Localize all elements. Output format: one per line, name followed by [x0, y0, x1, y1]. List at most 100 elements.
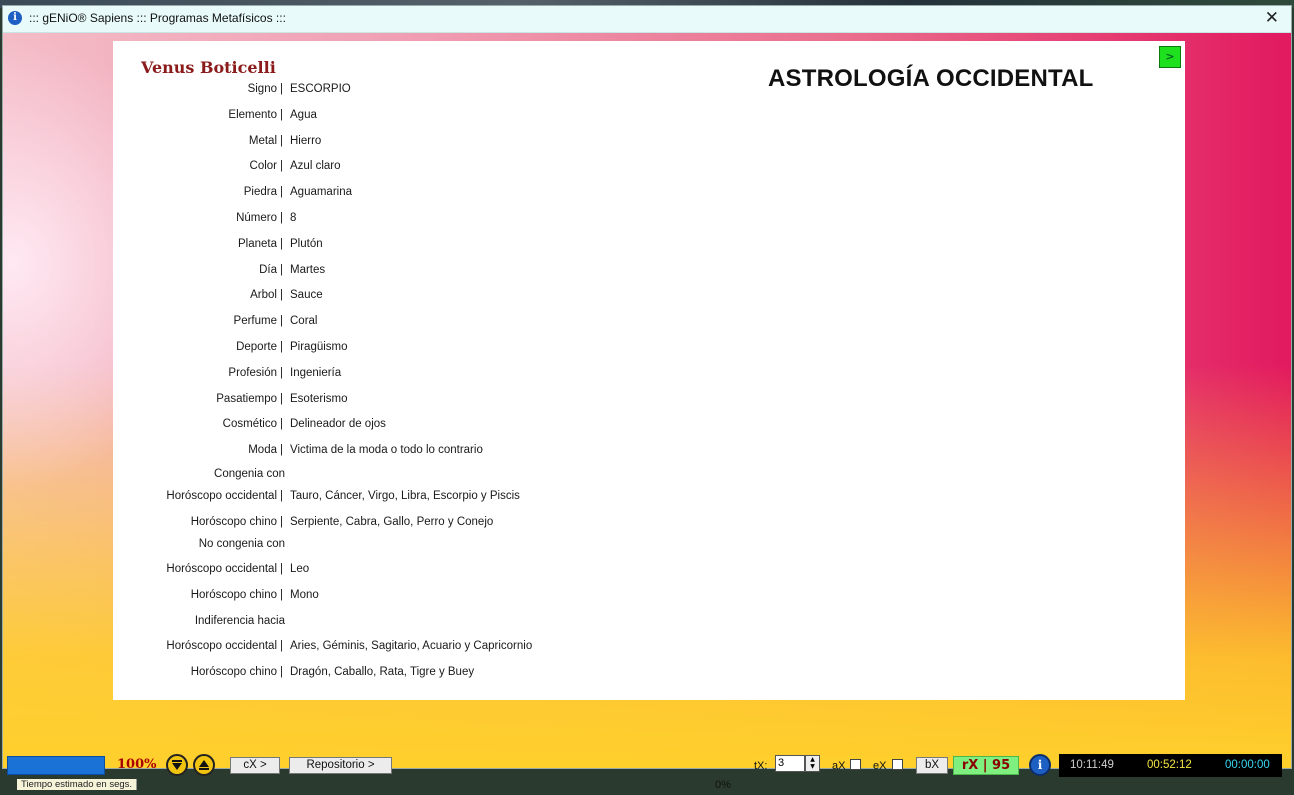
ex-label: eX: [873, 760, 887, 772]
row-value: ESCORPIO: [290, 83, 351, 95]
progress-bar: [7, 756, 105, 775]
scroll-down-button[interactable]: [166, 754, 188, 776]
ax-checkbox[interactable]: [850, 759, 861, 770]
row-separator: |: [280, 238, 283, 250]
row-value: Agua: [290, 109, 317, 121]
status-text: Tiempo estimado en segs.: [17, 779, 138, 790]
repositorio-button[interactable]: Repositorio >: [289, 757, 392, 774]
row-label: Horóscopo occidental: [166, 563, 277, 575]
row-value: Dragón, Caballo, Rata, Tigre y Buey: [290, 666, 475, 678]
no-congenia-header: No congenia con: [198, 538, 285, 550]
cx-button[interactable]: cX >: [230, 757, 280, 774]
section-title: ASTROLOGÍA OCCIDENTAL: [768, 65, 1094, 92]
app-window: i ::: gENiO® Sapiens ::: Programas Metaf…: [3, 6, 1291, 791]
congenia-header: Congenia con: [214, 468, 285, 480]
row-value: Plutón: [290, 238, 323, 250]
row-label: Horóscopo chino: [190, 666, 277, 678]
tx-input[interactable]: 3: [775, 755, 805, 772]
row-separator: |: [280, 393, 283, 405]
row-value: Serpiente, Cabra, Gallo, Perro y Conejo: [290, 516, 494, 528]
row-separator: |: [280, 315, 283, 327]
next-button[interactable]: >: [1159, 46, 1181, 68]
row-separator: |: [280, 289, 283, 301]
content-panel: Venus Boticelli ASTROLOGÍA OCCIDENTAL > …: [113, 41, 1185, 700]
row-separator: |: [280, 264, 283, 276]
arrow-up-icon: [199, 760, 209, 770]
scroll-up-button[interactable]: [193, 754, 215, 776]
row-separator: |: [280, 186, 283, 198]
bottom-toolbar: 100% cX > Repositorio > tX: 3 ▲▼ aX eX: [3, 733, 1291, 795]
row-label: Deporte: [236, 341, 277, 353]
row-value: Coral: [290, 315, 318, 327]
client-area: Venus Boticelli ASTROLOGÍA OCCIDENTAL > …: [3, 33, 1291, 791]
row-value: Esoterismo: [290, 393, 348, 405]
row-label: Número: [236, 212, 277, 224]
row-value: Aguamarina: [290, 186, 353, 198]
row-value: Aries, Géminis, Sagitario, Acuario y Cap…: [290, 640, 533, 652]
row-separator: |: [280, 341, 283, 353]
clock-panel: 10:11:49 00:52:12 00:00:00: [1059, 754, 1282, 777]
ex-checkbox[interactable]: [892, 759, 903, 770]
clock-current: 10:11:49: [1070, 759, 1114, 771]
title-bar: i ::: gENiO® Sapiens ::: Programas Metaf…: [3, 6, 1291, 33]
row-label: Horóscopo chino: [190, 516, 277, 528]
row-separator: |: [280, 640, 283, 652]
row-label: Piedra: [243, 186, 277, 198]
row-separator: |: [280, 135, 283, 147]
app-info-icon[interactable]: i: [8, 11, 22, 25]
row-label: Elemento: [228, 109, 277, 121]
row-value: Victima de la moda o todo lo contrario: [290, 444, 483, 456]
person-name: Venus Boticelli: [141, 58, 276, 77]
row-value: Hierro: [290, 135, 322, 147]
clock-elapsed: 00:52:12: [1147, 759, 1192, 771]
tx-stepper[interactable]: ▲ ▼: [805, 755, 820, 772]
status-percent: 0%: [715, 779, 731, 791]
row-label: Pasatiempo: [216, 393, 277, 405]
indiferencia-header: Indiferencia hacia: [194, 615, 285, 627]
row-label: Moda: [248, 444, 277, 456]
row-value: Azul claro: [290, 160, 341, 172]
row-separator: |: [280, 444, 283, 456]
row-separator: |: [280, 212, 283, 224]
rx-indicator: rX | 95: [953, 756, 1019, 775]
window-title: ::: gENiO® Sapiens ::: Programas Metafís…: [29, 11, 286, 25]
arrow-down-icon: [172, 760, 182, 770]
row-label: Horóscopo occidental: [166, 640, 277, 652]
row-label: Día: [259, 264, 277, 276]
row-separator: |: [280, 109, 283, 121]
close-icon[interactable]: ✕: [1265, 8, 1279, 28]
row-separator: |: [280, 83, 283, 95]
ax-label: aX: [832, 760, 846, 772]
row-separator: |: [280, 666, 283, 678]
row-value: Mono: [290, 589, 319, 601]
row-value: Delineador de ojos: [290, 418, 386, 430]
row-separator: |: [280, 490, 283, 502]
progress-percent: 100%: [117, 757, 157, 772]
row-separator: |: [280, 418, 283, 430]
row-label: Color: [249, 160, 277, 172]
bx-button[interactable]: bX: [916, 757, 948, 774]
row-value: Martes: [290, 264, 326, 276]
row-label: Horóscopo chino: [190, 589, 277, 601]
row-separator: |: [280, 367, 283, 379]
row-label: Arbol: [250, 289, 277, 301]
row-label: Cosmético: [222, 418, 277, 430]
row-value: Ingeniería: [290, 367, 342, 379]
clock-timer: 00:00:00: [1225, 759, 1270, 771]
row-value: 8: [290, 212, 297, 224]
row-value: Sauce: [290, 289, 323, 301]
row-label: Horóscopo occidental: [166, 490, 277, 502]
row-label: Metal: [248, 135, 277, 147]
row-separator: |: [280, 516, 283, 528]
row-label: Perfume: [233, 315, 277, 327]
row-separator: |: [280, 563, 283, 575]
row-label: Signo: [247, 83, 277, 95]
row-separator: |: [280, 589, 283, 601]
row-value: Leo: [290, 563, 310, 575]
row-separator: |: [280, 160, 283, 172]
row-label: Planeta: [237, 238, 277, 250]
info-button[interactable]: i: [1029, 754, 1051, 776]
row-value: Piragüismo: [290, 341, 348, 353]
row-value: Tauro, Cáncer, Virgo, Libra, Escorpio y …: [290, 490, 520, 502]
row-label: Profesión: [228, 367, 277, 379]
